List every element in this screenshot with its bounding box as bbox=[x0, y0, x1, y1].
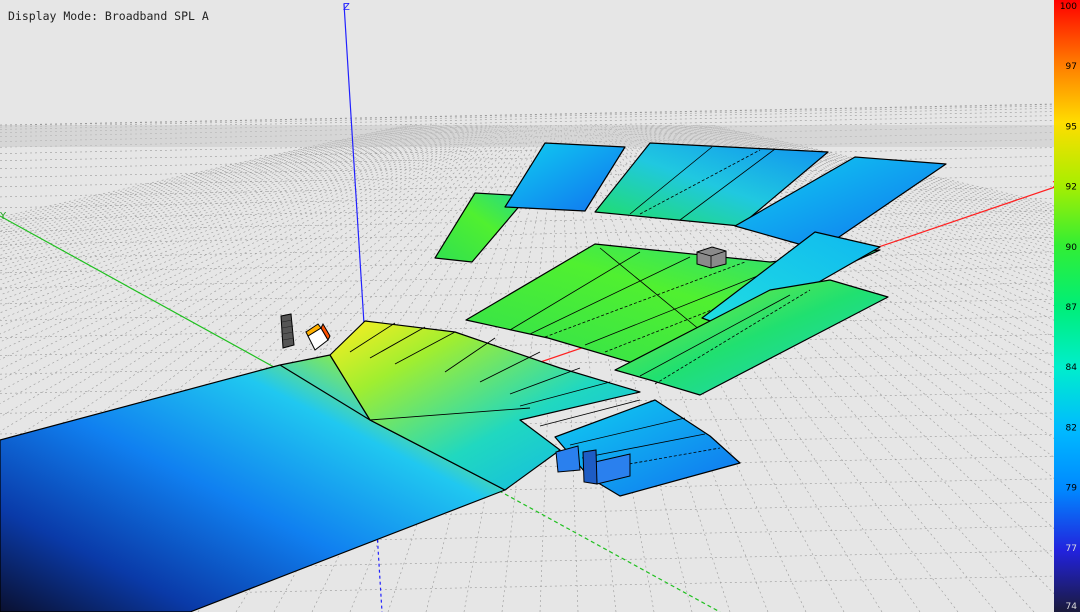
y-axis-label: Y bbox=[0, 211, 7, 222]
colorbar-tick-label: 90 bbox=[1066, 243, 1078, 253]
colorbar-tick-label: 74 bbox=[1066, 602, 1078, 612]
rear-speaker-box[interactable] bbox=[696, 246, 727, 269]
colorbar-tick-label: 87 bbox=[1066, 303, 1077, 313]
stage-box-3[interactable] bbox=[582, 449, 598, 485]
colorbar-tick-label: 77 bbox=[1066, 544, 1077, 554]
colorbar-tick-label: 84 bbox=[1066, 363, 1078, 373]
colorbar-tick-label: 82 bbox=[1066, 423, 1077, 433]
z-axis-label: Z bbox=[343, 2, 350, 13]
colorbar-tick-label: 92 bbox=[1066, 183, 1077, 193]
grid-horizon-band bbox=[0, 125, 1054, 147]
colorbar-tick-label: 95 bbox=[1066, 122, 1077, 132]
display-mode-label: Display Mode: Broadband SPL A bbox=[8, 9, 209, 23]
colorbar-tick-label: 100 bbox=[1060, 2, 1077, 12]
spl-colorbar: 100 97 95 92 90 87 84 82 79 77 74 bbox=[1054, 0, 1080, 612]
colorbar-tick-label: 79 bbox=[1066, 484, 1078, 494]
colorbar-tick-label: 97 bbox=[1066, 62, 1077, 72]
viewport-3d[interactable]: Z Y X bbox=[0, 0, 1080, 612]
